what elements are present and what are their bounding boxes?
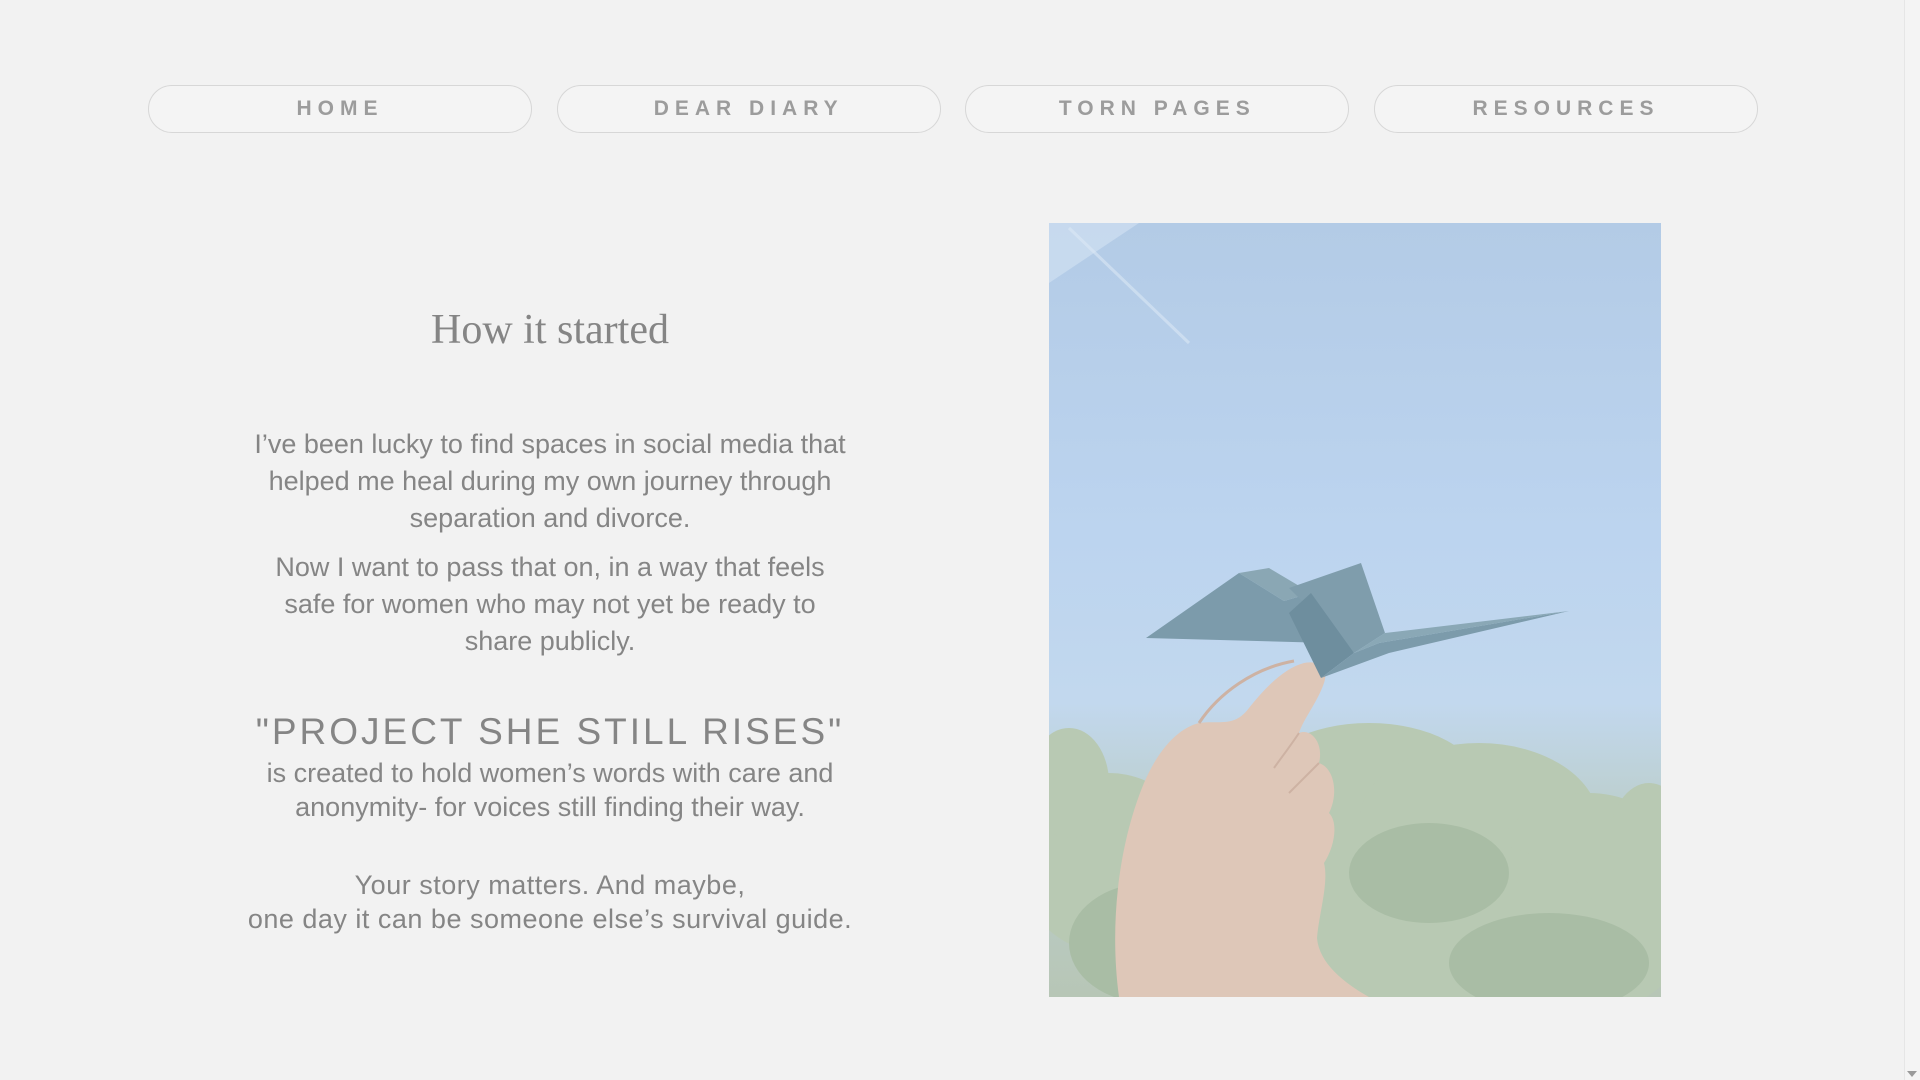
story-line-1: Your story matters. And maybe, [354, 870, 746, 900]
main-nav: HOME DEAR DIARY TORN PAGES RESOURCES [148, 85, 1758, 133]
intro-paragraph-2: Now I want to pass that on, in a way tha… [275, 552, 825, 656]
intro-paragraph-1: I’ve been lucky to find spaces in social… [254, 429, 846, 533]
story-line-2: one day it can be someone else’s surviva… [247, 904, 853, 934]
vertical-scrollbar[interactable] [1904, 0, 1920, 1080]
nav-resources-button[interactable]: RESOURCES [1373, 85, 1758, 133]
scroll-down-arrow-icon[interactable] [1907, 1071, 1917, 1077]
intro-section: How it started I’ve been lucky to find s… [200, 300, 900, 936]
nav-home-button[interactable]: HOME [148, 85, 532, 133]
project-title: "PROJECT SHE STILL RISES" [255, 711, 845, 752]
project-description: is created to hold women’s words with ca… [266, 758, 834, 822]
origami-crane-photo [1049, 223, 1661, 997]
nav-torn-pages-button[interactable]: TORN PAGES [965, 85, 1350, 133]
page-title: How it started [431, 307, 669, 353]
page: HOME DEAR DIARY TORN PAGES RESOURCES How… [0, 0, 1920, 1080]
nav-dear-diary-button[interactable]: DEAR DIARY [556, 85, 941, 133]
story-quote: Your story matters. And maybe, one day i… [200, 868, 900, 936]
